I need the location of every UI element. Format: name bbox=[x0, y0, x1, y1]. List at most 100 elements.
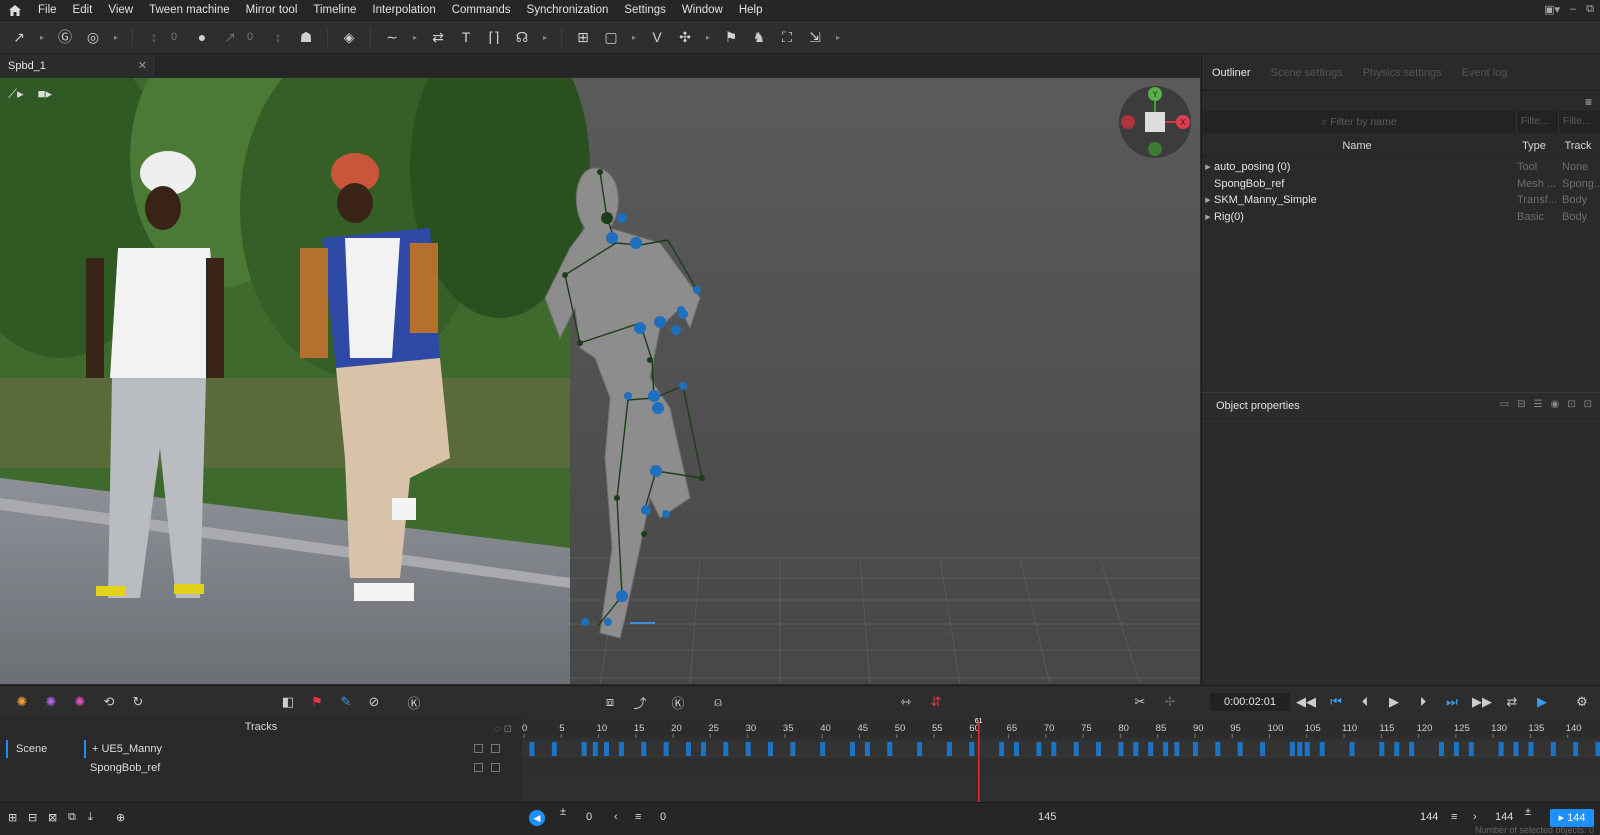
lock-a-icon[interactable]: ⊡ bbox=[1567, 399, 1575, 410]
layout-single-icon[interactable]: ▭ bbox=[1500, 399, 1509, 410]
jump-start-icon[interactable]: ⏮ bbox=[1326, 692, 1346, 712]
dropdown-arrow-icon[interactable]: ▸ bbox=[628, 26, 640, 48]
range-end-alt-value[interactable]: 144 bbox=[1495, 811, 1513, 823]
menu-settings[interactable]: Settings bbox=[616, 0, 674, 21]
export-track-icon[interactable]: ⤓ bbox=[88, 811, 93, 824]
scene-label[interactable]: Scene bbox=[6, 740, 82, 758]
point-icon[interactable]: ● bbox=[191, 26, 213, 48]
keyframe-marker[interactable] bbox=[790, 742, 796, 756]
outliner-row[interactable]: ▶ SKM_Manny_Simple Transf... Body bbox=[1202, 192, 1600, 209]
tab-outliner[interactable]: Outliner bbox=[1202, 55, 1261, 91]
pin-tool-icon[interactable]: ✂ bbox=[1130, 692, 1150, 712]
keyframe-marker[interactable] bbox=[1595, 742, 1600, 756]
range-start-toggle-icon[interactable]: ◀ bbox=[529, 810, 545, 826]
dropdown-arrow-icon[interactable]: ▸ bbox=[36, 26, 48, 48]
rewind-icon[interactable]: ◀◀ bbox=[1296, 692, 1316, 712]
text-icon[interactable]: T bbox=[455, 26, 477, 48]
keyframe-marker[interactable] bbox=[1498, 742, 1504, 756]
chevron-left-icon[interactable]: ‹ bbox=[614, 811, 618, 823]
retarget-icon[interactable]: ⛶ bbox=[776, 26, 798, 48]
keyframe-marker[interactable] bbox=[1036, 742, 1042, 756]
name-filter-input[interactable]: ⌕ Filter by name bbox=[1202, 111, 1516, 133]
keyframe-marker[interactable] bbox=[1237, 742, 1243, 756]
keyframe-marker[interactable] bbox=[551, 742, 557, 756]
move-step-icon[interactable]: ↕ bbox=[143, 26, 165, 48]
list-icon[interactable]: ☰ bbox=[1534, 399, 1543, 410]
unpin-tool-icon[interactable]: ✢ bbox=[1160, 692, 1180, 712]
step-value[interactable]: 0 bbox=[171, 31, 185, 43]
current-time-field[interactable]: 0:00:02:01 bbox=[1210, 693, 1290, 711]
keyframe-marker[interactable] bbox=[1073, 742, 1079, 756]
track-mute-checkbox[interactable] bbox=[474, 763, 483, 772]
offset-icon[interactable]: ⇵ bbox=[926, 692, 946, 712]
duplicate-track-icon[interactable]: ⧉ bbox=[68, 811, 76, 824]
curve-edit-icon[interactable]: ⤴ bbox=[630, 692, 650, 712]
bone-tool-icon[interactable]: ⟋▸ bbox=[8, 86, 24, 102]
column-name[interactable]: Name bbox=[1202, 135, 1512, 156]
visibility-icon[interactable]: ◉ bbox=[1550, 399, 1559, 410]
ik-toggle-icon[interactable]: Ⓚ bbox=[404, 692, 424, 712]
prev-key-icon[interactable]: ⏴ bbox=[1355, 692, 1375, 712]
run-pose-icon[interactable]: ☊ bbox=[511, 26, 533, 48]
keyframe-marker[interactable] bbox=[1163, 742, 1169, 756]
pivot-icon[interactable]: ◎ bbox=[82, 26, 104, 48]
split-keys-icon[interactable]: ◧ bbox=[278, 692, 298, 712]
keyframe-marker[interactable] bbox=[1289, 742, 1295, 756]
home-icon[interactable] bbox=[0, 4, 30, 17]
keyframe-marker[interactable] bbox=[1349, 742, 1355, 756]
keyframe-marker[interactable] bbox=[581, 742, 587, 756]
keyframe-marker[interactable] bbox=[1528, 742, 1534, 756]
keyframe-marker[interactable] bbox=[1215, 742, 1221, 756]
cycle-icon[interactable]: ⟲ bbox=[99, 692, 119, 712]
add-folder-icon[interactable]: ⊟ bbox=[28, 811, 37, 824]
scale-step-icon[interactable]: ↕ bbox=[267, 26, 289, 48]
type-filter-input[interactable]: Filte... bbox=[1516, 111, 1558, 133]
keyframe-marker[interactable] bbox=[1133, 742, 1139, 756]
keyframe-marker[interactable] bbox=[604, 742, 610, 756]
keyframe-marker[interactable] bbox=[1260, 742, 1266, 756]
outliner-row[interactable]: ▶ auto_posing (0) Tool None bbox=[1202, 159, 1600, 176]
dropdown-arrow-icon[interactable]: ▸ bbox=[832, 26, 844, 48]
dropdown-arrow-icon[interactable]: ▸ bbox=[110, 26, 122, 48]
keyframe-marker[interactable] bbox=[1192, 742, 1198, 756]
tab-scene-settings[interactable]: Scene settings bbox=[1261, 55, 1353, 91]
remove-track-icon[interactable]: ⊠ bbox=[48, 811, 57, 824]
keyframe-marker[interactable] bbox=[592, 742, 598, 756]
physics-icon[interactable]: ✣ bbox=[674, 26, 696, 48]
character-icon[interactable]: ☗ bbox=[295, 26, 317, 48]
fit-icon[interactable]: ⇲ bbox=[804, 26, 826, 48]
keyframe-marker[interactable] bbox=[1438, 742, 1444, 756]
keyframe-marker[interactable] bbox=[1468, 742, 1474, 756]
document-tab[interactable]: Spbd_1 ✕ bbox=[0, 55, 156, 77]
keyframe-marker[interactable] bbox=[1573, 742, 1579, 756]
keyframe-marker[interactable] bbox=[1409, 742, 1415, 756]
play-range-icon[interactable]: ▶ bbox=[1532, 692, 1552, 712]
outliner-row[interactable]: SpongBob_ref Mesh ... Spong... bbox=[1202, 176, 1600, 193]
menu-commands[interactable]: Commands bbox=[444, 0, 519, 21]
dropdown-arrow-icon[interactable]: ▸ bbox=[702, 26, 714, 48]
menu-synchronization[interactable]: Synchronization bbox=[519, 0, 617, 21]
menu-interpolation[interactable]: Interpolation bbox=[364, 0, 443, 21]
keyframe-marker[interactable] bbox=[1379, 742, 1385, 756]
keyframe-marker[interactable] bbox=[1394, 742, 1400, 756]
range-end-stepper-icon[interactable]: ± bbox=[1525, 806, 1531, 818]
visibility-lock-icon[interactable]: ◌ ⊡ bbox=[495, 720, 512, 740]
keying-gear-pink-icon[interactable]: ✺ bbox=[70, 692, 90, 712]
menu-file[interactable]: File bbox=[30, 0, 65, 21]
track-spongbob-ref[interactable]: SpongBob_ref bbox=[84, 759, 504, 777]
menu-view[interactable]: View bbox=[100, 0, 141, 21]
keyframe-marker[interactable] bbox=[700, 742, 706, 756]
rotate-value[interactable]: 0 bbox=[247, 31, 261, 43]
keyframe-marker[interactable] bbox=[1304, 742, 1310, 756]
viewport-3d[interactable]: Y X ⟋▸ ■▸ bbox=[0, 78, 1200, 684]
keyframe-marker[interactable] bbox=[946, 742, 952, 756]
range-start-value[interactable]: 0 bbox=[586, 811, 592, 823]
keyframe-marker[interactable] bbox=[999, 742, 1005, 756]
dropdown-arrow-icon[interactable]: ▸ bbox=[539, 26, 551, 48]
keyframe-marker[interactable] bbox=[1174, 742, 1180, 756]
keyframe-marker[interactable] bbox=[663, 742, 669, 756]
close-icon[interactable]: ✕ bbox=[138, 55, 147, 77]
tab-event-log[interactable]: Event log bbox=[1452, 55, 1518, 91]
keying-gear-orange-icon[interactable]: ✺ bbox=[12, 692, 32, 712]
layout-split-icon[interactable]: ⊟ bbox=[1517, 399, 1525, 410]
